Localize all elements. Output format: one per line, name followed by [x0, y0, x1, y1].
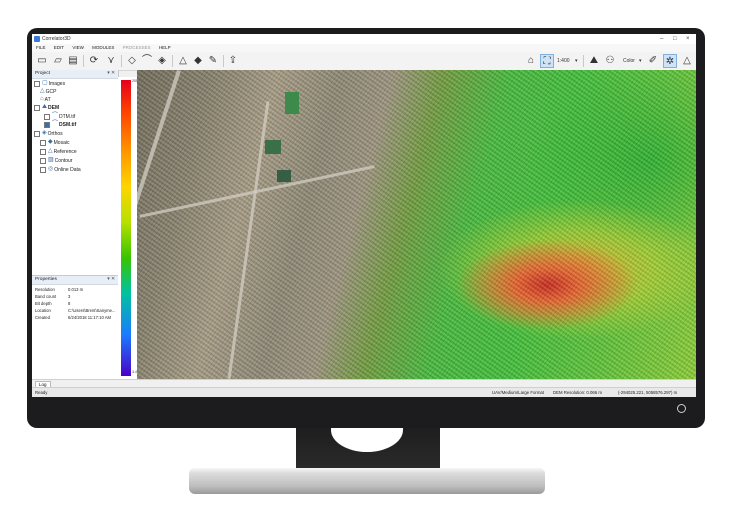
app-icon [34, 36, 40, 42]
open-folder-icon[interactable]: ▱ [51, 54, 65, 68]
status-ready: Ready [35, 390, 48, 395]
pencil-icon[interactable]: ✐ [646, 54, 660, 68]
menu-edit[interactable]: EDIT [54, 45, 64, 50]
project-panel: Project ▾ ✕ ▢Images △GCP ⌂AT ⛰DEM ⌒DTM.t… [32, 70, 119, 275]
property-row: Bit depth 8 [35, 301, 71, 306]
app-window: Correlator3D – □ × FILE EDIT VIEW MODULE… [32, 34, 696, 397]
split-icon[interactable]: ⋎ [104, 54, 118, 68]
tree-item-gcp[interactable]: △GCP [40, 88, 56, 95]
zoom-fit-icon[interactable]: ⛶ [540, 54, 554, 68]
menu-help[interactable]: HELP [159, 45, 171, 50]
images-icon: ▢ [42, 80, 48, 86]
sports-field [265, 140, 281, 154]
triangle-icon[interactable]: △ [680, 54, 694, 68]
properties-panel: Properties ▾ ✕ Resolution 0.013 m Band co… [32, 275, 119, 380]
mosaic-icon: ◆ [48, 139, 53, 145]
save-icon[interactable]: ▤ [66, 54, 80, 68]
status-coordinates: (-294025.221, 5058576.297) m [618, 390, 678, 395]
status-resolution: DEM Resolution: 0.066 m [553, 390, 602, 395]
orthos-icon: ◈ [42, 130, 47, 136]
zoom-level-select[interactable]: 1:400 [557, 55, 570, 67]
dtm-icon[interactable]: ◈ [155, 54, 169, 68]
menu-processes[interactable]: PROCESSES [123, 45, 151, 50]
toolbar: ▭ ▱ ▤ ⟳ ⋎ ◇ ⌒ ◈ △ ◆ ✎ ⇪ ⌂ ⛶ 1:400 ▾ ⛰ ⚇ … [32, 52, 696, 71]
color-chevron-icon[interactable]: ▾ [639, 55, 642, 67]
menu-modules[interactable]: MODULES [92, 45, 114, 50]
tree-item-online-data[interactable]: ◎Online Data [40, 166, 81, 173]
map-viewport[interactable] [137, 70, 696, 379]
properties-panel-header: Properties ▾ ✕ [32, 276, 118, 285]
tree-item-images[interactable]: ▢Images [34, 80, 65, 87]
menu-file[interactable]: FILE [36, 45, 46, 50]
tree-item-at[interactable]: ⌂AT [40, 96, 51, 103]
menu-bar: FILE EDIT VIEW MODULES PROCESSES HELP [32, 44, 696, 52]
pin-close-icon[interactable]: ▾ ✕ [107, 70, 115, 78]
refresh-icon[interactable]: ⟳ [87, 54, 101, 68]
maximize-icon[interactable]: □ [673, 34, 677, 44]
dense-matching-icon[interactable]: ◇ [125, 54, 139, 68]
window-title: Correlator3D [42, 36, 71, 42]
terrain-texture [137, 70, 696, 379]
sports-field [285, 92, 299, 114]
tree-item-reference[interactable]: △Reference [40, 148, 77, 155]
property-row: Band count 3 [35, 294, 71, 299]
dsm-icon[interactable]: ⌒ [140, 54, 154, 68]
dtm-file-icon: ⌒ [52, 113, 59, 119]
monitor-stand-base-top [189, 468, 545, 474]
tree-item-mosaic[interactable]: ◆Mosaic [40, 139, 69, 146]
menu-view[interactable]: VIEW [72, 45, 84, 50]
mosaic-icon[interactable]: ◆ [191, 54, 205, 68]
tree-item-orthos[interactable]: ◈Orthos [34, 130, 63, 137]
globe-icon: ◎ [48, 166, 54, 172]
contour-icon: ▨ [48, 157, 54, 163]
dem-icon: ⛰ [42, 104, 48, 110]
profile-icon[interactable]: ⛰ [587, 54, 601, 68]
at-icon: ⌂ [40, 96, 44, 102]
power-button-icon[interactable] [677, 404, 686, 413]
gcp-icon: △ [40, 88, 45, 94]
tree-item-contour[interactable]: ▨Contour [40, 157, 72, 164]
property-row: Created 6/24/2018 11:17:10 AM [35, 315, 111, 320]
properties-panel-title: Properties [35, 277, 57, 282]
export-icon[interactable]: ⇪ [226, 54, 240, 68]
settings-icon[interactable]: ✲ [663, 54, 677, 68]
tree-item-dem[interactable]: ⛰DEM [34, 104, 59, 111]
status-bar: Ready UAV/Medium/Large Format DEM Resolu… [32, 387, 696, 397]
property-row: Location C:\Users\Brent\Sanyme... [35, 308, 116, 313]
tree-item-dsm[interactable]: ⌒DSM.tif [44, 121, 76, 128]
property-row: Resolution 0.013 m [35, 287, 84, 292]
elevation-gradient [121, 80, 131, 376]
ortho-icon[interactable]: △ [176, 54, 190, 68]
project-panel-title: Project [35, 71, 50, 76]
minimize-icon[interactable]: – [660, 34, 663, 44]
close-icon[interactable]: × [686, 34, 690, 44]
edit-icon[interactable]: ✎ [206, 54, 220, 68]
person-icon[interactable]: ⚇ [603, 54, 617, 68]
project-panel-header: Project ▾ ✕ [32, 70, 118, 79]
title-bar: Correlator3D – □ × [32, 34, 696, 44]
color-mode-select[interactable]: Color [623, 55, 635, 67]
status-mode: UAV/Medium/Large Format [492, 390, 544, 395]
chevron-down-icon[interactable]: ▾ [575, 55, 578, 67]
dsm-file-icon: ⌒ [52, 121, 59, 127]
tree-item-dtm[interactable]: ⌒DTM.tif [44, 113, 75, 120]
new-project-icon[interactable]: ▭ [35, 54, 49, 68]
reference-icon: △ [48, 148, 53, 154]
properties-pin-close-icon[interactable]: ▾ ✕ [107, 276, 115, 284]
home-icon[interactable]: ⌂ [524, 54, 538, 68]
sports-field [277, 170, 291, 182]
